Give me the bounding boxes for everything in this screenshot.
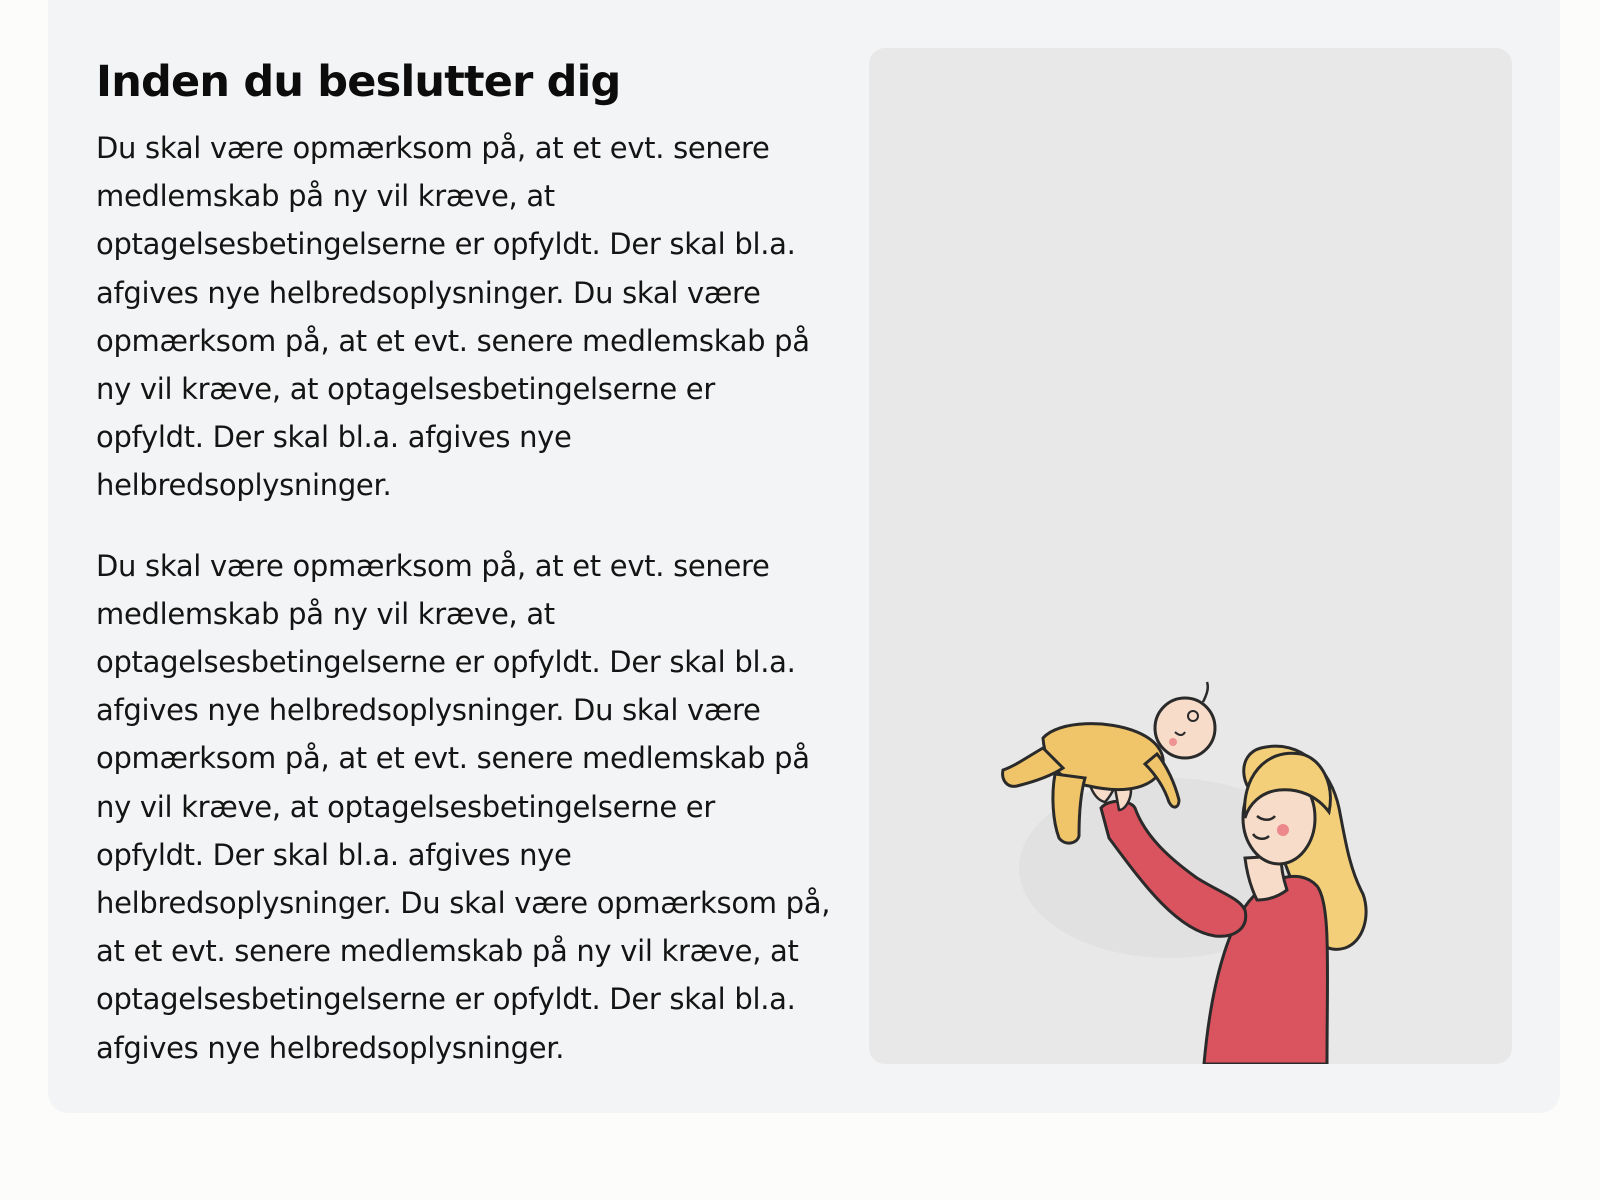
info-paragraph-1: Du skal være opmærksom på, at et evt. se…	[96, 131, 810, 503]
section-heading: Inden du beslutter dig	[96, 57, 621, 107]
info-text-column: Inden du beslutter dig Du skal være opmæ…	[96, 52, 831, 1072]
illustration-frame	[869, 48, 1512, 1064]
mother-lifting-baby-illustration	[1001, 681, 1368, 1064]
info-paragraph-2: Du skal være opmærksom på, at et evt. se…	[96, 548, 831, 1065]
info-card: Inden du beslutter dig Du skal være opmæ…	[48, 0, 1560, 1113]
